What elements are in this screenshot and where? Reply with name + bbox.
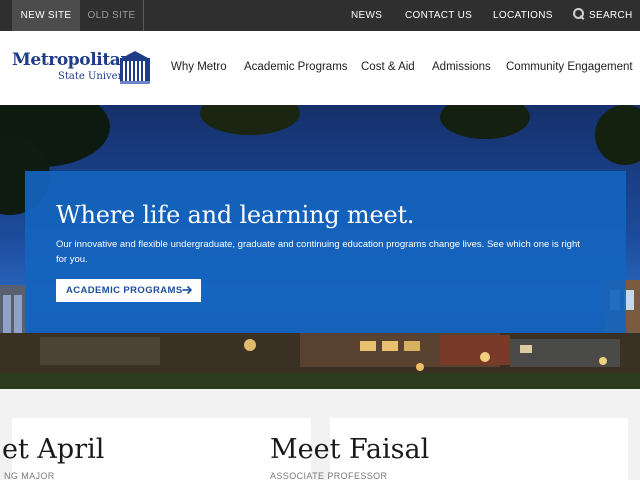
old-site-tab[interactable]: OLD SITE (80, 0, 144, 31)
contact-us-link[interactable]: CONTACT US (405, 0, 472, 31)
building-logo-icon (120, 51, 150, 84)
profile-card[interactable]: Meet Faisal ASSOCIATE PROFESSOR (270, 418, 628, 480)
search-button[interactable]: SEARCH (573, 0, 632, 31)
news-link[interactable]: NEWS (351, 0, 382, 31)
hero-banner: Where life and learning meet. Our innova… (0, 105, 640, 389)
arrow-right-icon (182, 285, 192, 295)
nav-admissions[interactable]: Admissions (432, 61, 491, 73)
profile-role: ASSOCIATE PROFESSOR (270, 471, 388, 480)
nav-academic-programs[interactable]: Academic Programs (244, 61, 348, 73)
academic-programs-button-label: ACADEMIC PROGRAMS (66, 285, 183, 296)
new-site-tab[interactable]: NEW SITE (12, 0, 80, 36)
profile-card[interactable]: et April NG MAJOR (2, 418, 311, 480)
academic-programs-button[interactable]: ACADEMIC PROGRAMS (56, 279, 201, 302)
profile-role: NG MAJOR (4, 471, 55, 480)
nav-cost-aid[interactable]: Cost & Aid (361, 61, 415, 73)
hero-panel: Where life and learning meet. Our innova… (25, 171, 626, 333)
nav-why-metro[interactable]: Why Metro (171, 61, 227, 73)
profiles-section: et April NG MAJOR Meet Faisal ASSOCIATE … (0, 389, 640, 480)
locations-link[interactable]: LOCATIONS (493, 0, 553, 31)
utility-bar: NEW SITE OLD SITE NEWS CONTACT US LOCATI… (0, 0, 640, 36)
search-icon (573, 8, 585, 20)
hero-description: Our innovative and flexible undergraduat… (56, 239, 580, 265)
nav-community-engagement[interactable]: Community Engagement (506, 61, 633, 73)
search-label: SEARCH (589, 10, 633, 21)
profile-name: Meet Faisal (270, 434, 430, 465)
university-logo[interactable]: Metropolitan State University (12, 50, 152, 86)
hero-title: Where life and learning meet. (56, 201, 415, 229)
profile-name: et April (2, 434, 105, 465)
main-header: Metropolitan State University Why Metro … (0, 31, 640, 105)
logo-line1: Metropolitan (12, 50, 133, 70)
